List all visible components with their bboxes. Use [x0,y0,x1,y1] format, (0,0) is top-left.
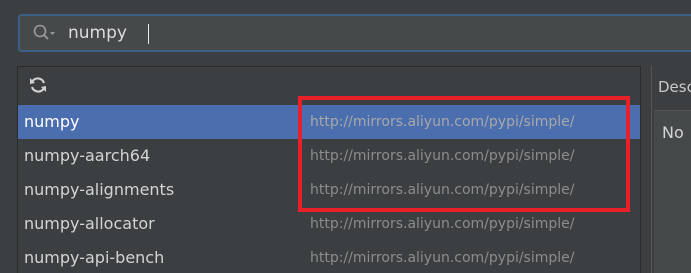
description-content: No [654,110,691,273]
package-name: numpy-api-bench [24,248,165,267]
repository-highlight-box [298,96,630,212]
search-icon[interactable] [32,23,56,45]
package-row-numpy-allocator[interactable]: numpy-allocator http://mirrors.aliyun.co… [18,207,641,241]
package-repository: http://mirrors.aliyun.com/pypi/simple/ [310,216,575,232]
package-name: numpy-alignments [24,180,175,199]
package-row-numpy-api-bench[interactable]: numpy-api-bench http://mirrors.aliyun.co… [18,241,641,273]
description-text: No [662,123,684,142]
refresh-icon[interactable] [28,75,48,95]
text-caret [148,24,149,44]
available-packages-dialog: numpy http://mirrors.aliyun.com/pypi/sim… [0,0,691,273]
description-header: Desc [658,78,691,96]
search-input[interactable] [68,20,628,46]
dialog-top-strip [0,0,691,12]
package-name: numpy-allocator [24,214,155,233]
description-panel: Desc No [651,66,691,273]
package-name: numpy-aarch64 [24,146,151,165]
search-box[interactable] [18,14,691,52]
package-name: numpy [24,112,80,131]
panel-splitter[interactable] [640,66,651,273]
package-repository: http://mirrors.aliyun.com/pypi/simple/ [310,250,575,266]
